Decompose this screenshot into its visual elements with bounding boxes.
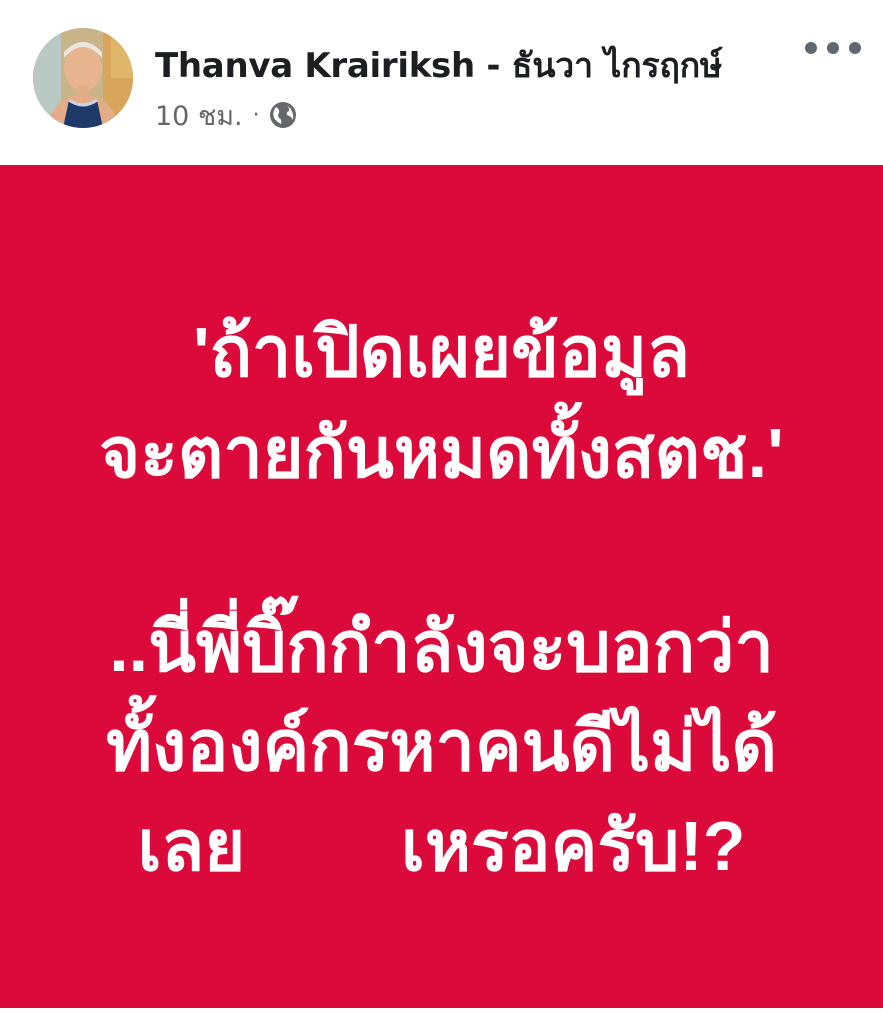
post-header: Thanva Krairiksh - ธันวา ไกรฤกษ์ 10 ชม. … [0,0,883,165]
meta-separator: · [252,102,260,128]
avatar-photo [33,28,133,128]
avatar[interactable] [33,28,133,128]
comment-line-2: ทั้งองค์กรหาคนดีไม่ได้ [106,707,777,785]
quote-line-2: จะตายกันหมดทั้งสตช.' [99,414,784,492]
post-footer-divider [0,1008,883,1024]
more-options-icon [805,42,817,54]
more-options-icon [827,42,839,54]
globe-icon [269,102,296,128]
more-options-icon [849,42,861,54]
post-meta: 10 ชม. · [155,96,298,134]
quote-line-1: 'ถ้าเปิดเผยข้อมูล [192,313,691,391]
post-time[interactable]: 10 ชม. [155,94,243,137]
post-image[interactable]: 'ถ้าเปิดเผยข้อมูล จะตายกันหมดทั้งสตช.' .… [0,165,883,1008]
more-options-button[interactable] [805,36,861,60]
comment-line-3: เลย เหรอครับ!? [137,807,746,885]
author-name[interactable]: Thanva Krairiksh - ธันวา ไกรฤกษ์ [155,38,722,92]
comment-line-1: ..นี่พี่บิ๊กกำลังจะบอกว่า [109,608,774,686]
